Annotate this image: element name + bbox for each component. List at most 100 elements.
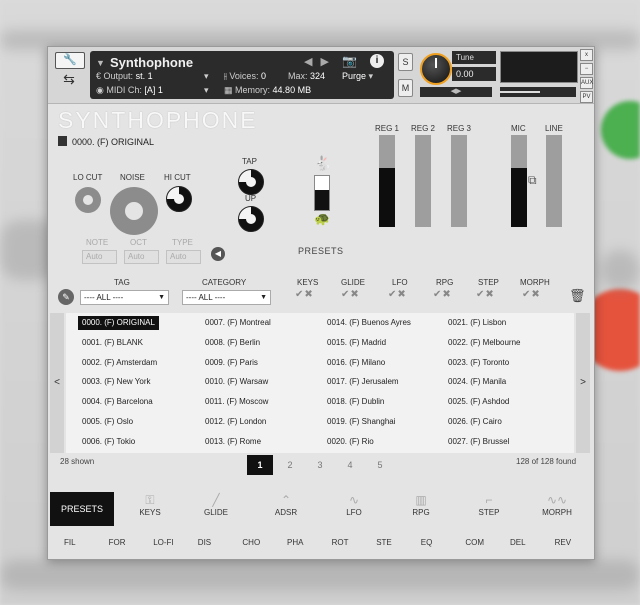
preset-item[interactable]: 0020. (F) Rio	[323, 435, 378, 449]
category-dropdown[interactable]: ---- ALL ---- ▼	[182, 290, 271, 305]
type-dropdown[interactable]: Auto	[166, 250, 201, 264]
page-button[interactable]: 3	[307, 455, 333, 475]
tap-knob[interactable]	[238, 169, 264, 195]
preset-item[interactable]: 0022. (F) Melbourne	[444, 336, 524, 350]
instrument-prev-next[interactable]: ◀▶	[304, 55, 337, 68]
preset-item[interactable]: 0013. (F) Rome	[201, 435, 265, 449]
aux-button[interactable]: AUX	[580, 77, 593, 89]
preset-item[interactable]: 0010. (F) Warsaw	[201, 375, 272, 389]
save-icon[interactable]	[58, 136, 67, 146]
fx-del[interactable]: DEL	[510, 538, 526, 547]
preset-item[interactable]: 0023. (F) Toronto	[444, 356, 513, 370]
fx-lo-fi[interactable]: LO-FI	[153, 538, 173, 547]
tab-presets[interactable]: PRESETS	[50, 492, 114, 526]
solo-button[interactable]: S	[398, 53, 413, 71]
tune-value[interactable]: 0.00	[452, 67, 496, 81]
up-knob[interactable]	[238, 206, 264, 232]
preset-item[interactable]: 0008. (F) Berlin	[201, 336, 264, 350]
camera-icon[interactable]: 📷	[342, 54, 357, 68]
rpg-filter-toggle[interactable]: ✔✖	[433, 289, 452, 300]
info-icon[interactable]: i	[370, 54, 384, 68]
preset-item[interactable]: 0004. (F) Barcelona	[78, 395, 157, 409]
edit-icon[interactable]: ✎	[58, 289, 74, 305]
note-dropdown[interactable]: Auto	[82, 250, 117, 264]
prev-page-button[interactable]: <	[50, 313, 64, 453]
next-page-button[interactable]: >	[576, 313, 590, 453]
preset-item[interactable]: 0012. (F) London	[201, 415, 270, 429]
tab-morph[interactable]: ∿∿ MORPH	[525, 490, 589, 524]
preset-item[interactable]: 0000. (F) ORIGINAL	[78, 316, 159, 330]
fx-fil[interactable]: FIL	[64, 538, 76, 547]
speed-slider[interactable]	[314, 175, 330, 211]
trash-icon[interactable]: 🗑	[569, 288, 586, 303]
preset-item[interactable]: 0014. (F) Buenos Ayres	[323, 316, 415, 330]
preset-item[interactable]: 0007. (F) Montreal	[201, 316, 275, 330]
preset-item[interactable]: 0024. (F) Manila	[444, 375, 510, 389]
fx-rev[interactable]: REV	[555, 538, 571, 547]
tab-lfo[interactable]: ∿ LFO	[322, 490, 386, 524]
output-dropdown-icon[interactable]: ▾	[204, 71, 209, 82]
preset-item[interactable]: 0019. (F) Shanghai	[323, 415, 400, 429]
fx-for[interactable]: FOR	[109, 538, 126, 547]
fx-ste[interactable]: STE	[376, 538, 392, 547]
output-row[interactable]: € Output: st. 1	[96, 71, 153, 81]
preset-item[interactable]: 0011. (F) Moscow	[201, 395, 272, 409]
reg-1-slider[interactable]	[379, 135, 395, 227]
volume-slider[interactable]	[500, 87, 576, 97]
page-button[interactable]: 2	[277, 455, 303, 475]
page-button[interactable]: 1	[247, 455, 273, 475]
pv-button[interactable]: PV	[580, 91, 593, 103]
preset-item[interactable]: 0027. (F) Brussel	[444, 435, 513, 449]
reg-2-slider[interactable]	[415, 135, 431, 227]
purge-dropdown[interactable]: Purge ▾	[342, 71, 373, 82]
preset-item[interactable]: 0025. (F) Ashdod	[444, 395, 513, 409]
glide-filter-toggle[interactable]: ✔✖	[341, 289, 360, 300]
step-filter-toggle[interactable]: ✔✖	[476, 289, 495, 300]
close-button[interactable]: x	[580, 49, 593, 61]
fx-dis[interactable]: DIS	[198, 538, 211, 547]
minimize-button[interactable]: −	[580, 63, 593, 75]
tune-knob[interactable]	[420, 53, 452, 85]
fx-com[interactable]: COM	[465, 538, 484, 547]
preset-item[interactable]: 0002. (F) Amsterdam	[78, 356, 161, 370]
tab-rpg[interactable]: ▥ RPG	[389, 490, 453, 524]
preset-item[interactable]: 0016. (F) Milano	[323, 356, 389, 370]
preset-item[interactable]: 0017. (F) Jerusalem	[323, 375, 403, 389]
mute-button[interactable]: M	[398, 79, 413, 97]
page-button[interactable]: 5	[367, 455, 393, 475]
midi-dropdown-icon[interactable]: ▾	[204, 85, 209, 96]
fx-rot[interactable]: ROT	[332, 538, 349, 547]
lfo-filter-toggle[interactable]: ✔✖	[388, 289, 407, 300]
reg-3-slider[interactable]	[451, 135, 467, 227]
morph-filter-toggle[interactable]: ✔✖	[522, 289, 541, 300]
line-slider[interactable]	[546, 135, 562, 227]
tab-adsr[interactable]: ⌃ ADSR	[254, 490, 318, 524]
preset-item[interactable]: 0003. (F) New York	[78, 375, 154, 389]
hi-cut-knob[interactable]	[166, 186, 192, 212]
preset-item[interactable]: 0005. (F) Oslo	[78, 415, 137, 429]
preset-item[interactable]: 0006. (F) Tokio	[78, 435, 139, 449]
keys-filter-toggle[interactable]: ✔✖	[295, 289, 314, 300]
fx-eq[interactable]: EQ	[421, 538, 433, 547]
pan-slider[interactable]: ◀▶	[420, 87, 492, 97]
tab-step[interactable]: ⌐ STEP	[457, 490, 521, 524]
mic-slider[interactable]	[511, 135, 527, 227]
collapse-arrow-icon[interactable]: ▼	[96, 58, 105, 68]
speaker-icon[interactable]: ◀	[211, 247, 225, 261]
lo-cut-knob[interactable]	[75, 187, 101, 213]
wrench-icon[interactable]: 🔧	[55, 52, 85, 69]
noise-knob[interactable]	[110, 187, 158, 235]
fx-cho[interactable]: CHO	[242, 538, 260, 547]
link-icon[interactable]: ⧉	[528, 173, 537, 188]
page-button[interactable]: 4	[337, 455, 363, 475]
midi-row[interactable]: ◉ MIDI Ch: [A] 1	[96, 85, 163, 96]
routing-icon[interactable]: ⇆	[55, 71, 83, 93]
preset-item[interactable]: 0026. (F) Cairo	[444, 415, 506, 429]
tab-keys[interactable]: ⚿ KEYS	[118, 490, 182, 524]
preset-item[interactable]: 0001. (F) BLANK	[78, 336, 147, 350]
preset-item[interactable]: 0021. (F) Lisbon	[444, 316, 510, 330]
oct-dropdown[interactable]: Auto	[124, 250, 159, 264]
tab-glide[interactable]: ╱ GLIDE	[184, 490, 248, 524]
fx-pha[interactable]: PHA	[287, 538, 303, 547]
tag-dropdown[interactable]: ---- ALL ---- ▼	[80, 290, 169, 305]
